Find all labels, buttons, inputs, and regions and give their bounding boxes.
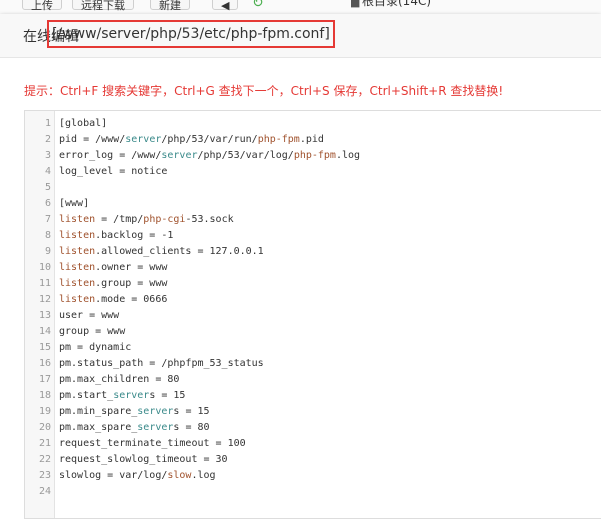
code-text: [global]	[59, 118, 108, 129]
code-text: error_log = /www/server/php/53/var/log/p…	[59, 150, 361, 161]
code-editor[interactable]: 1 [global] 2 pid = /www/server/php/53/var/r…	[24, 110, 601, 519]
code-line[interactable]: 20 pm.max_spare_servers = 80	[25, 420, 601, 436]
code-text: pm.max_spare_servers = 80	[59, 422, 210, 433]
code-text: user = www	[59, 310, 120, 321]
line-number: 10	[38, 262, 51, 273]
line-number: 22	[38, 454, 51, 465]
code-line[interactable]: 12 listen.mode = 0666	[25, 292, 601, 308]
code-line[interactable]: 7 listen = /tmp/php-cgi-53.sock	[25, 212, 601, 228]
line-number: 19	[38, 406, 51, 417]
refresh-icon[interactable]: ↻	[252, 0, 264, 11]
folder-label: 根目录(14C)	[362, 0, 432, 8]
code-text: request_slowlog_timeout = 30	[59, 454, 228, 465]
code-text: pid = /www/server/php/53/var/run/php-fpm…	[59, 134, 324, 145]
line-number: 16	[38, 358, 51, 369]
line-number: 15	[38, 342, 51, 353]
code-line[interactable]: 17 pm.max_children = 80	[25, 372, 601, 388]
shortcut-hint: 提示：Ctrl+F 搜索关键字，Ctrl+G 查找下一个，Ctrl+S 保存，C…	[24, 84, 504, 98]
code-text: [www]	[59, 198, 90, 209]
folder-icon: ■	[350, 0, 361, 9]
code-text: pm.start_servers = 15	[59, 390, 186, 401]
code-line[interactable]: 2 pid = /www/server/php/53/var/run/php-fp…	[25, 132, 601, 148]
line-number: 17	[38, 374, 51, 385]
dialog-header: 在线编辑 [/www/server/php/53/etc/php-fpm.con…	[0, 14, 601, 58]
new-button[interactable]: 新建	[150, 0, 190, 12]
code-line[interactable]: 11 listen.group = www	[25, 276, 601, 292]
line-number: 11	[38, 278, 51, 289]
code-line[interactable]: 23 slowlog = var/log/slow.log	[25, 468, 601, 484]
line-number: 1	[44, 118, 51, 129]
code-text: listen.group = www	[59, 278, 168, 289]
line-number: 9	[44, 246, 51, 257]
dialog-file-path: [/www/server/php/53/etc/php-fpm.conf]	[47, 20, 335, 48]
line-number: 21	[38, 438, 51, 449]
code-text: request_terminate_timeout = 100	[59, 438, 246, 449]
line-number: 7	[44, 214, 51, 225]
code-line[interactable]: 6 [www]	[25, 196, 601, 212]
code-line[interactable]: 8 listen.backlog = -1	[25, 228, 601, 244]
line-number: 14	[38, 326, 51, 337]
code-line[interactable]: 9 listen.allowed_clients = 127.0.0.1	[25, 244, 601, 260]
line-number: 5	[44, 182, 51, 193]
code-text: listen.mode = 0666	[59, 294, 168, 305]
code-text: listen = /tmp/php-cgi-53.sock	[59, 214, 234, 225]
line-number: 13	[38, 310, 51, 321]
code-text: slowlog = var/log/slow.log	[59, 470, 216, 481]
line-number: 6	[44, 198, 51, 209]
code-text: pm.status_path = /phpfpm_53_status	[59, 358, 264, 369]
code-line[interactable]: 14 group = www	[25, 324, 601, 340]
line-number: 23	[38, 470, 51, 481]
line-number: 24	[38, 486, 51, 497]
code-text: pm = dynamic	[59, 342, 132, 353]
code-line[interactable]: 15 pm = dynamic	[25, 340, 601, 356]
online-edit-dialog: 在线编辑 [/www/server/php/53/etc/php-fpm.con…	[0, 14, 601, 519]
code-text: group = www	[59, 326, 126, 337]
upload-button[interactable]: 上传	[22, 0, 62, 12]
back-button[interactable]: ◀	[212, 0, 239, 12]
code-text: listen.backlog = -1	[59, 230, 174, 241]
line-number: 2	[44, 134, 51, 145]
line-number: 8	[44, 230, 51, 241]
code-line[interactable]: 4 log_level = notice	[25, 164, 601, 180]
code-line[interactable]: 24	[25, 484, 601, 500]
code-line[interactable]: 22 request_slowlog_timeout = 30	[25, 452, 601, 468]
code-line[interactable]: 18 pm.start_servers = 15	[25, 388, 601, 404]
line-number: 20	[38, 422, 51, 433]
line-number: 3	[44, 150, 51, 161]
background-toolbar: 上传 远程下载 新建 ◀ ↻ ■ 根目录(14C)	[0, 0, 601, 14]
code-text: listen.allowed_clients = 127.0.0.1	[59, 246, 264, 257]
code-text: log_level = notice	[59, 166, 168, 177]
code-text: pm.min_spare_servers = 15	[59, 406, 210, 417]
code-line[interactable]: 10 listen.owner = www	[25, 260, 601, 276]
code-line[interactable]: 16 pm.status_path = /phpfpm_53_status	[25, 356, 601, 372]
remote-download-button[interactable]: 远程下载	[72, 0, 134, 12]
code-line[interactable]: 5	[25, 180, 601, 196]
code-text: listen.owner = www	[59, 262, 168, 273]
line-number: 18	[38, 390, 51, 401]
line-number: 4	[44, 166, 51, 177]
code-line[interactable]: 13 user = www	[25, 308, 601, 324]
code-line[interactable]: 1 [global]	[25, 116, 601, 132]
code-line[interactable]: 3 error_log = /www/server/php/53/var/log/…	[25, 148, 601, 164]
line-number: 12	[38, 294, 51, 305]
code-line[interactable]: 19 pm.min_spare_servers = 15	[25, 404, 601, 420]
editor-lines: 1 [global] 2 pid = /www/server/php/53/var/r…	[25, 116, 601, 500]
code-line[interactable]: 21 request_terminate_timeout = 100	[25, 436, 601, 452]
code-text: pm.max_children = 80	[59, 374, 180, 385]
